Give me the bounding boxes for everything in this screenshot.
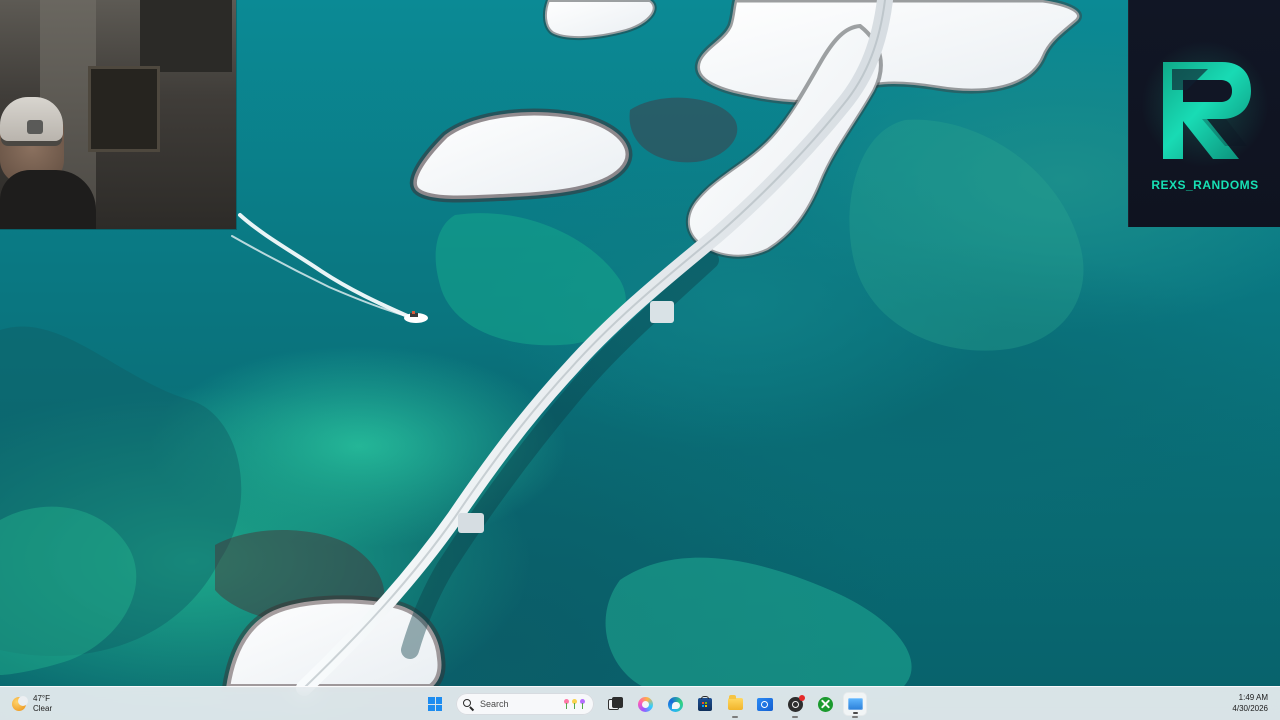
channel-logo-panel: REXS_RANDOMS: [1128, 0, 1280, 227]
copilot-button[interactable]: [633, 692, 657, 716]
bridge-pillar-upper: [650, 301, 674, 323]
channel-name: REXS_RANDOMS: [1151, 178, 1259, 192]
remote-desktop-button[interactable]: [843, 692, 867, 718]
edge-button[interactable]: [663, 692, 687, 716]
snow-island-middle: [409, 108, 633, 203]
reef-shade-center: [435, 213, 626, 346]
webcam-person-shoulders: [0, 170, 96, 229]
weather-condition: Clear: [33, 704, 53, 713]
taskbar-center-apps: Search: [423, 691, 867, 718]
obs-running-indicator: [792, 716, 798, 718]
remote-desktop-icon: [847, 698, 863, 714]
start-icon: [428, 697, 442, 711]
microsoft-store-button[interactable]: [693, 692, 717, 716]
clock-time: 1:49 AM: [1238, 693, 1268, 702]
edge-icon: [667, 696, 683, 712]
weather-widget[interactable]: 47°F Clear: [12, 692, 82, 716]
obs-button[interactable]: [783, 692, 807, 718]
outlook-button[interactable]: [753, 692, 777, 716]
rexs-logo-icon: [1163, 62, 1251, 159]
search-icon: [463, 698, 474, 710]
reef-shade-right: [849, 119, 1084, 351]
outlook-icon: [757, 697, 773, 711]
cap-logo: [27, 120, 43, 134]
task-view-icon: [608, 697, 623, 711]
moon-icon: [12, 696, 28, 711]
webcam-dark-wall-panel: [140, 0, 232, 72]
weather-temperature: 47°F: [33, 694, 50, 703]
bridge-pillar-lower: [458, 513, 484, 533]
reef-dark-patch: [629, 97, 738, 163]
weather-text: 47°F Clear: [33, 694, 52, 714]
file-explorer-running-indicator: [732, 716, 738, 718]
webcam-cap: [0, 97, 63, 141]
file-explorer-button[interactable]: [723, 692, 747, 718]
search-highlight-flowers-icon: [563, 699, 586, 709]
snow-island-top-left: [542, 0, 657, 41]
desktop: REXS_RANDOMS 47°F Clear Search 1:49 AM 4…: [0, 0, 1280, 720]
clock-date: 4/30/2026: [1232, 704, 1268, 713]
shallow-green-band: [605, 557, 912, 690]
task-view-button[interactable]: [603, 692, 627, 716]
shallow-green-band-left: [0, 506, 137, 675]
system-clock[interactable]: 1:49 AM 4/30/2026: [1212, 692, 1268, 714]
file-explorer-icon: [727, 695, 743, 710]
start-button[interactable]: [423, 692, 447, 716]
taskbar-search-box[interactable]: Search: [456, 693, 594, 715]
webcam-picture-frame: [88, 66, 160, 152]
webcam-overlay: [0, 0, 236, 229]
search-placeholder: Search: [480, 699, 509, 709]
copilot-icon: [637, 696, 653, 712]
xbox-icon: [817, 696, 833, 712]
remote-desktop-running-indicator: [852, 716, 858, 718]
microsoft-store-icon: [698, 695, 712, 711]
boat-wake: [238, 213, 414, 320]
taskbar: 47°F Clear Search 1:49 AM 4/30/2026: [0, 686, 1280, 720]
xbox-button[interactable]: [813, 692, 837, 716]
obs-icon: [787, 694, 805, 712]
boat: [404, 311, 428, 323]
